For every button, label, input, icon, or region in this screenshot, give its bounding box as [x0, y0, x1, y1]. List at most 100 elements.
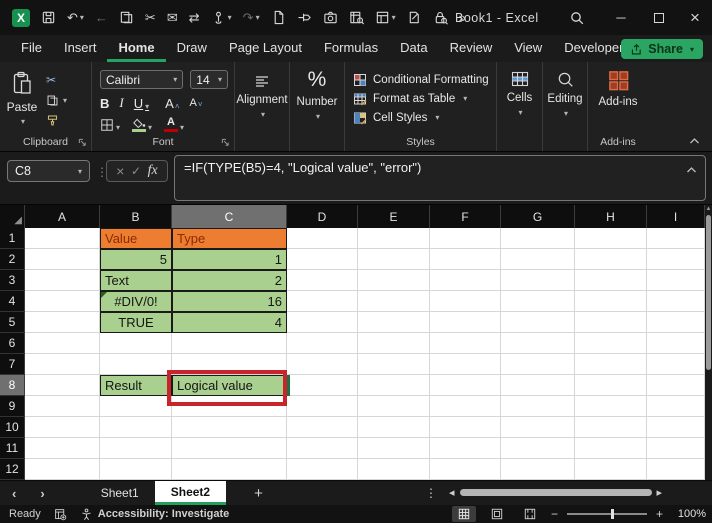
zoom-slider[interactable]	[566, 509, 647, 519]
row-header-11[interactable]: 11	[0, 438, 25, 459]
menu-tab-data[interactable]: Data	[389, 35, 438, 62]
lock-icon[interactable]	[433, 10, 448, 25]
row-header-7[interactable]: 7	[0, 354, 25, 375]
scroll-right-icon[interactable]: ▸	[657, 486, 663, 499]
number-group[interactable]: % Number ▾	[290, 62, 345, 151]
cell-A6[interactable]	[25, 333, 100, 354]
expand-formula-bar-button[interactable]	[686, 166, 697, 174]
copy-icon[interactable]	[119, 10, 134, 25]
normal-view-button[interactable]	[451, 506, 476, 522]
horizontal-scroll-thumb[interactable]	[459, 489, 652, 496]
sheet-lookup-icon[interactable]	[349, 10, 364, 25]
cell-G12[interactable]	[501, 459, 575, 480]
cell-E4[interactable]	[358, 291, 430, 312]
cell-F7[interactable]	[430, 354, 501, 375]
editing-group[interactable]: Editing ▾	[543, 62, 588, 151]
cell-E6[interactable]	[358, 333, 430, 354]
cell-G2[interactable]	[501, 249, 575, 270]
cell-B4[interactable]: #DIV/0!	[100, 291, 172, 312]
next-sheet-button[interactable]: ›	[28, 481, 56, 505]
cell-B6[interactable]	[100, 333, 172, 354]
cell-F2[interactable]	[430, 249, 501, 270]
cell-A2[interactable]	[25, 249, 100, 270]
cell-E11[interactable]	[358, 438, 430, 459]
cell-F4[interactable]	[430, 291, 501, 312]
cell-E2[interactable]	[358, 249, 430, 270]
accessibility-status[interactable]: Accessibility: Investigate	[80, 508, 229, 521]
formula-input[interactable]: =IF(TYPE(B5)=4, "Logical value", "error"…	[174, 155, 706, 201]
menu-tab-review[interactable]: Review	[439, 35, 504, 62]
font-size-select[interactable]: 14 ▾	[190, 70, 228, 89]
format-painter-button[interactable]	[44, 112, 67, 128]
cell-D2[interactable]	[287, 249, 358, 270]
font-dialog-launcher-icon[interactable]	[221, 138, 230, 147]
cell-G10[interactable]	[501, 417, 575, 438]
pin-icon[interactable]	[297, 10, 312, 25]
cell-I5[interactable]	[647, 312, 705, 333]
cell-styles-button[interactable]: Cell Styles ▾	[353, 108, 496, 127]
cell-A1[interactable]	[25, 228, 100, 249]
font-color-button[interactable]: A ▾	[164, 117, 184, 132]
cell-C7[interactable]	[172, 354, 287, 375]
column-header-e[interactable]: E	[358, 205, 430, 228]
cell-H12[interactable]	[575, 459, 647, 480]
horizontal-scrollbar[interactable]: ◂ ▸	[449, 480, 697, 505]
row-header-8[interactable]: 8	[0, 375, 25, 396]
page-layout-view-button[interactable]	[485, 506, 509, 522]
cell-D9[interactable]	[287, 396, 358, 417]
cell-B1[interactable]: Value	[100, 228, 172, 249]
cell-D10[interactable]	[287, 417, 358, 438]
cell-G3[interactable]	[501, 270, 575, 291]
cell-F6[interactable]	[430, 333, 501, 354]
cell-D3[interactable]	[287, 270, 358, 291]
new-file-icon[interactable]	[271, 10, 286, 25]
cell-A11[interactable]	[25, 438, 100, 459]
previous-sheet-button[interactable]: ‹	[0, 481, 28, 505]
sheet-tab-sheet1[interactable]: Sheet1	[85, 481, 155, 505]
insert-function-icon[interactable]: fx	[148, 163, 158, 179]
cell-D5[interactable]	[287, 312, 358, 333]
column-header-g[interactable]: G	[501, 205, 575, 228]
cell-E1[interactable]	[358, 228, 430, 249]
cell-G9[interactable]	[501, 396, 575, 417]
cell-E10[interactable]	[358, 417, 430, 438]
cell-I4[interactable]	[647, 291, 705, 312]
minimize-button[interactable]: ─	[604, 0, 638, 35]
cell-G5[interactable]	[501, 312, 575, 333]
zoom-slider-handle[interactable]	[610, 509, 614, 519]
column-header-d[interactable]: D	[287, 205, 358, 228]
cell-A10[interactable]	[25, 417, 100, 438]
column-header-h[interactable]: H	[575, 205, 647, 228]
row-header-1[interactable]: 1	[0, 228, 25, 249]
cell-D1[interactable]	[287, 228, 358, 249]
underline-button[interactable]: U ▾	[134, 96, 149, 111]
cell-B3[interactable]: Text	[100, 270, 172, 291]
cell-G1[interactable]	[501, 228, 575, 249]
sheet-tab-sheet2[interactable]: Sheet2	[154, 481, 227, 505]
cell-H4[interactable]	[575, 291, 647, 312]
cell-E3[interactable]	[358, 270, 430, 291]
cell-I6[interactable]	[647, 333, 705, 354]
enter-icon[interactable]: ✓	[131, 165, 141, 177]
cell-I2[interactable]	[647, 249, 705, 270]
form-icon[interactable]: ▾	[375, 10, 396, 25]
row-header-10[interactable]: 10	[0, 417, 25, 438]
cell-I8[interactable]	[647, 375, 705, 396]
clipboard-dialog-launcher-icon[interactable]	[78, 138, 87, 147]
column-header-b[interactable]: B	[100, 205, 172, 228]
collapse-ribbon-button[interactable]	[689, 137, 700, 145]
paste-button[interactable]: Paste ▾	[0, 62, 44, 128]
cell-E12[interactable]	[358, 459, 430, 480]
cell-E9[interactable]	[358, 396, 430, 417]
row-header-9[interactable]: 9	[0, 396, 25, 417]
cell-I9[interactable]	[647, 396, 705, 417]
redo-icon[interactable]: ↷ ▾	[243, 11, 260, 24]
cell-D4[interactable]	[287, 291, 358, 312]
cell-F8[interactable]	[430, 375, 501, 396]
cell-C10[interactable]	[172, 417, 287, 438]
save-icon[interactable]	[41, 10, 56, 25]
cell-A4[interactable]	[25, 291, 100, 312]
macro-record-button[interactable]	[54, 508, 67, 521]
row-header-4[interactable]: 4	[0, 291, 25, 312]
cell-A9[interactable]	[25, 396, 100, 417]
